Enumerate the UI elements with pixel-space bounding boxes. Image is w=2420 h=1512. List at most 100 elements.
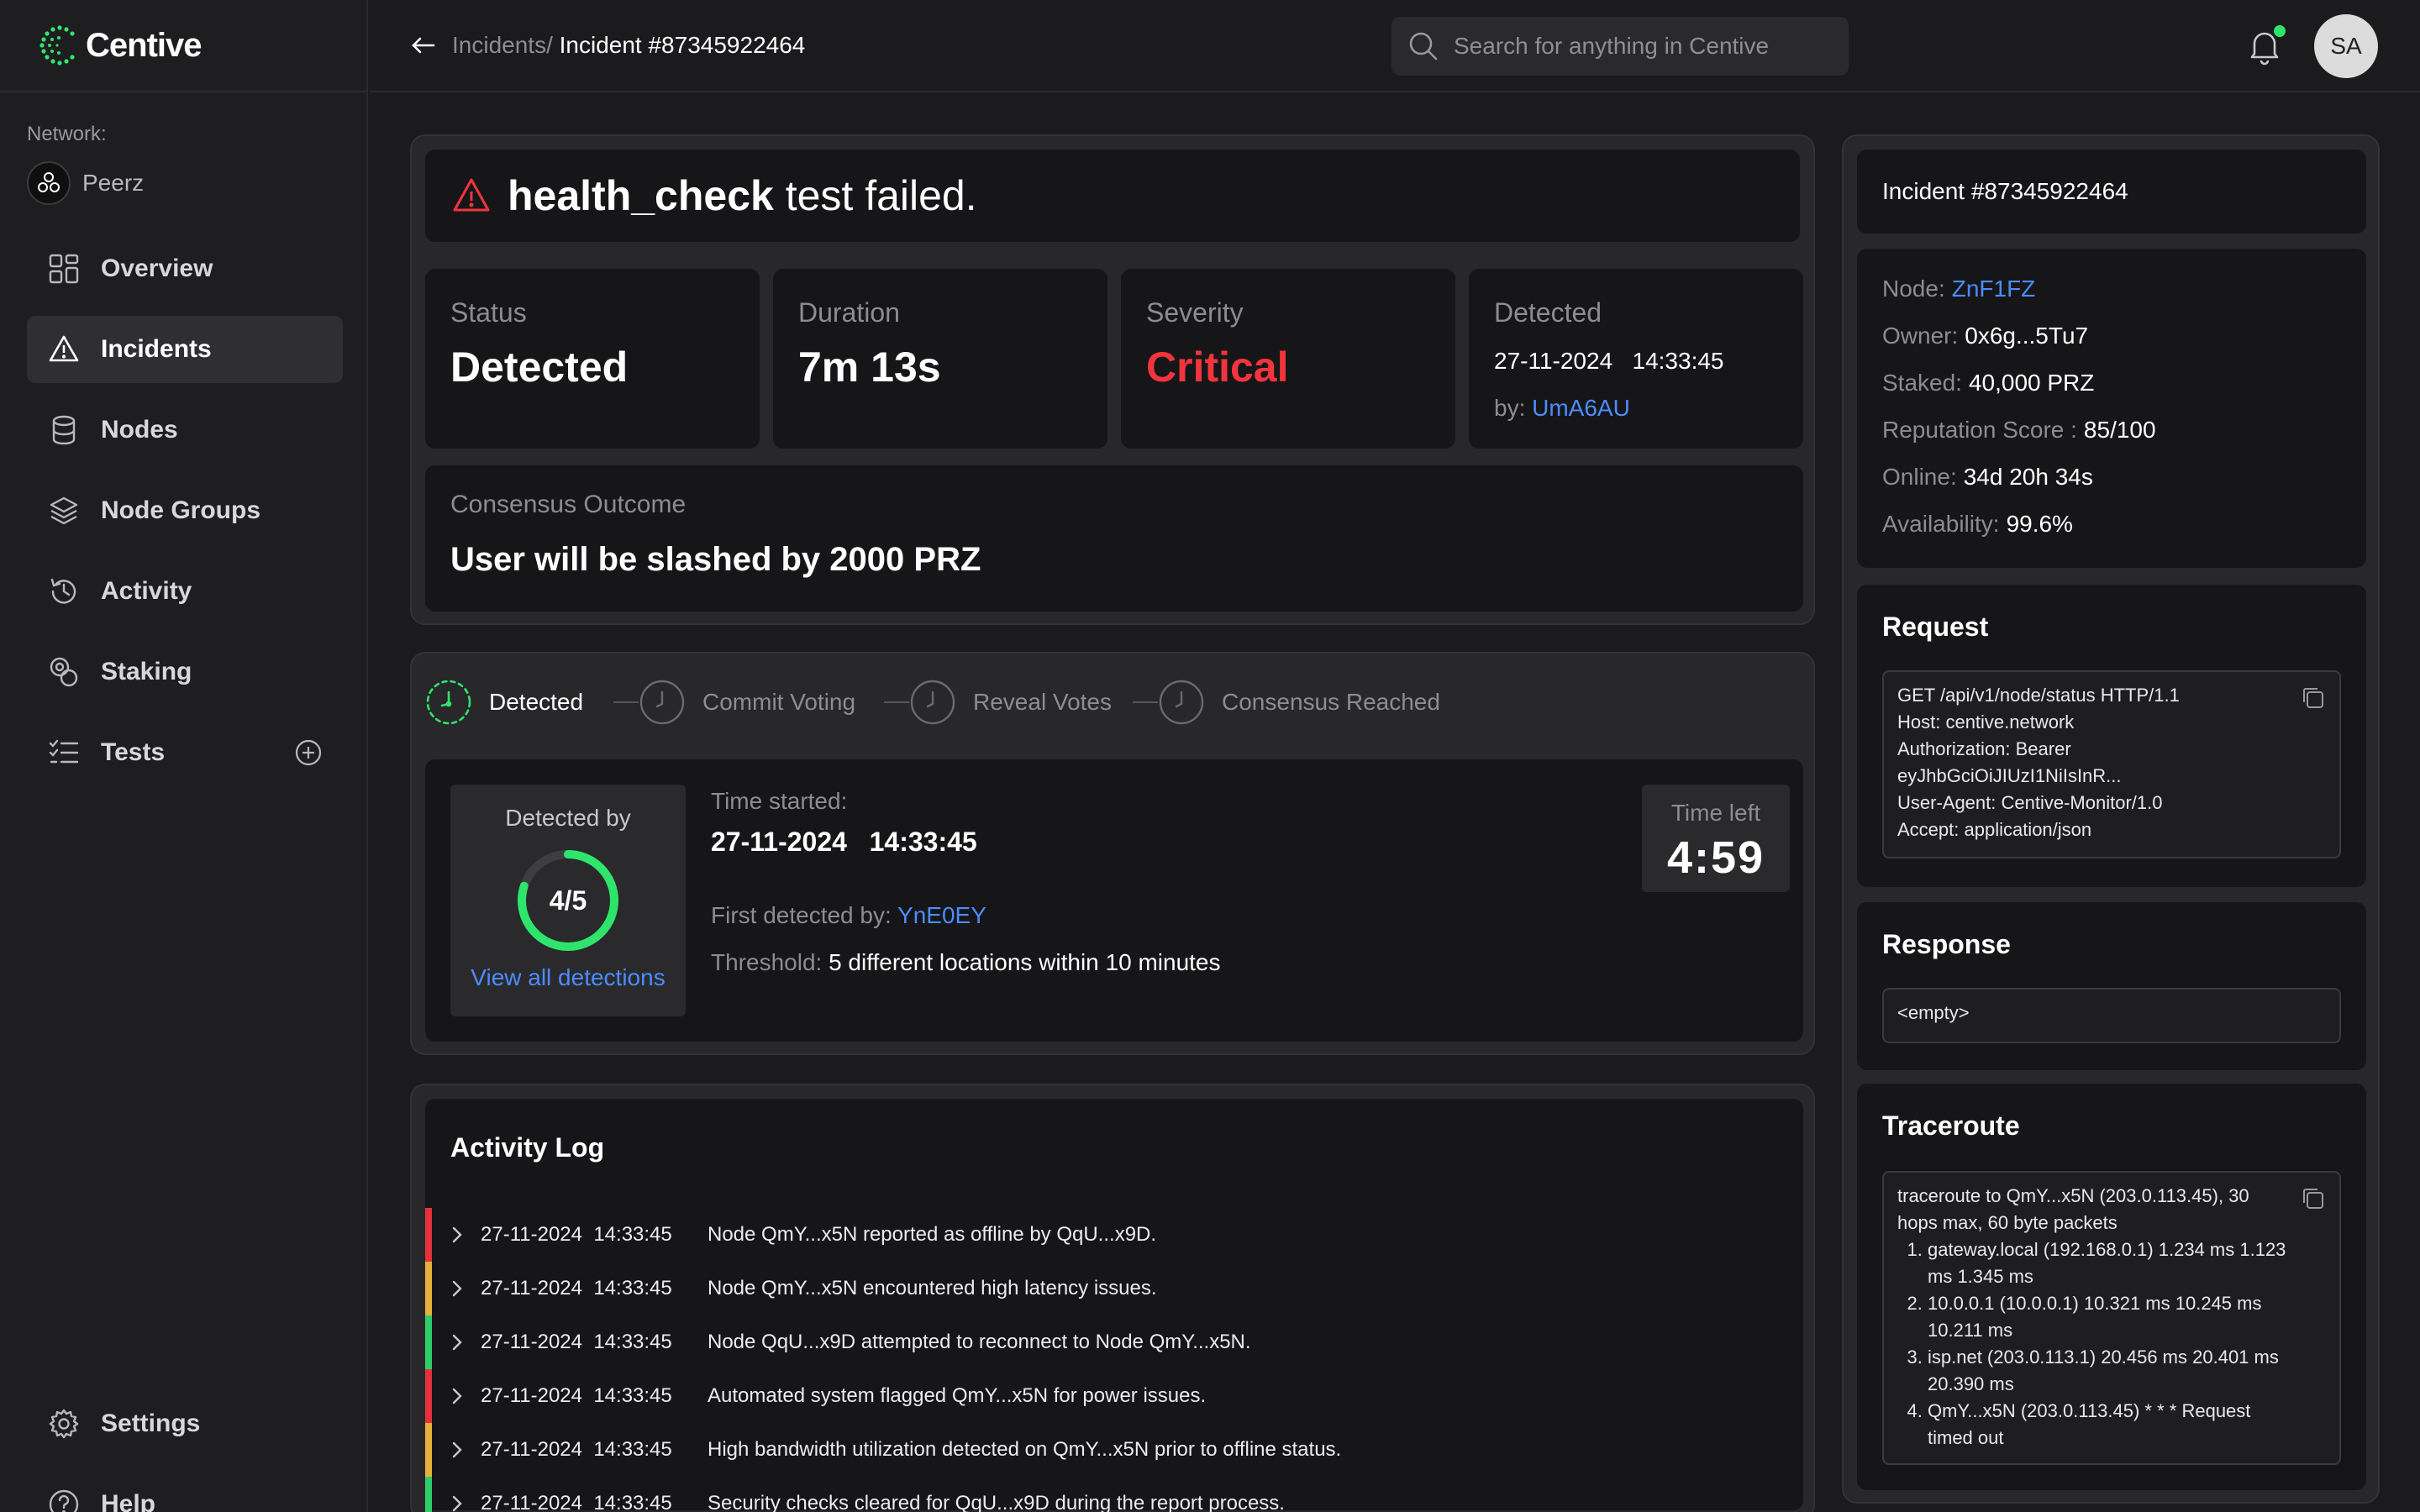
log-severity-bar	[425, 1262, 432, 1315]
request-title: Request	[1882, 612, 1989, 642]
activity-log-title: Activity Log	[450, 1132, 605, 1163]
network-logo-icon	[38, 172, 60, 192]
first-detected-link[interactable]: YnE0EY	[897, 902, 986, 928]
consensus-timeline-panel: Detected Commit Voting Reveal Votes Cons…	[410, 652, 1815, 1055]
availability-label: Availability:	[1882, 511, 2000, 537]
sidebar-item-activity[interactable]: Activity	[27, 558, 343, 625]
traceroute-hop: QmY...x5N (203.0.113.45) * * * Request t…	[1928, 1398, 2292, 1452]
detected-by-title: Detected by	[505, 805, 631, 831]
duration-value: 7m 13s	[798, 344, 941, 391]
consensus-value: User will be slashed by 2000 PRZ	[450, 541, 981, 578]
reputation-row: Reputation Score :85/100	[1882, 407, 2156, 454]
log-timestamp: 27-11-2024 14:33:45	[481, 1384, 708, 1408]
owner-value: 0x6g...5Tu7	[1965, 323, 2089, 349]
sidebar-item-tests[interactable]: Tests	[27, 719, 343, 786]
node-link[interactable]: ZnF1FZ	[1952, 276, 2036, 302]
traceroute-body: traceroute to QmY...x5N (203.0.113.45), …	[1882, 1171, 2341, 1465]
incident-id-card: Incident #87345922464	[1857, 150, 2366, 234]
status-label: Status	[450, 297, 527, 328]
layers-icon	[50, 496, 78, 525]
log-row[interactable]: 27-11-2024 14:33:45 Node QmY...x5N encoun…	[425, 1262, 1157, 1315]
log-date: 27-11-2024	[481, 1223, 582, 1246]
first-detected-label: First detected by:	[711, 902, 892, 928]
log-row[interactable]: 27-11-2024 14:33:45 High bandwidth utiliz…	[425, 1423, 1341, 1477]
network-selector[interactable]: Peerz	[27, 161, 144, 205]
detected-by-link[interactable]: UmA6AU	[1532, 395, 1630, 421]
chevron-right-icon[interactable]	[447, 1278, 467, 1299]
log-date: 27-11-2024	[481, 1331, 582, 1353]
log-time: 14:33:45	[593, 1331, 672, 1353]
copy-icon[interactable]	[2299, 684, 2328, 712]
detected-label: Detected	[1494, 297, 1602, 328]
detected-time: 14:33:45	[1632, 348, 1724, 374]
sidebar-item-label: Settings	[101, 1410, 201, 1437]
log-row[interactable]: 27-11-2024 14:33:45 Automated system flag…	[425, 1369, 1206, 1423]
detected-by-box: Detected by 4/5 View all detections	[450, 785, 686, 1016]
chevron-right-icon[interactable]	[447, 1332, 467, 1352]
chevron-right-icon[interactable]	[447, 1225, 467, 1245]
log-date: 27-11-2024	[481, 1277, 582, 1299]
sidebar-item-overview[interactable]: Overview	[27, 235, 343, 302]
request-line: User-Agent: Centive-Monitor/1.0	[1897, 792, 2163, 813]
network-label: Network:	[27, 123, 107, 145]
clock-icon	[910, 680, 955, 725]
log-row[interactable]: 27-11-2024 14:33:45 Node QqU...x9D attemp…	[425, 1315, 1251, 1369]
sidebar: Centive Network: Peerz Overview Incident…	[0, 0, 368, 1512]
clock-icon	[1159, 680, 1204, 725]
step-label: Consensus Reached	[1222, 689, 1440, 715]
back-arrow-icon[interactable]	[408, 30, 439, 60]
sidebar-item-settings[interactable]: Settings	[27, 1390, 343, 1457]
node-details-card: Node: ZnF1FZ Owner: 0x6g...5Tu7 Staked: 40,…	[1857, 249, 2366, 568]
traceroute-intro: traceroute to QmY...x5N (203.0.113.45), …	[1897, 1185, 2249, 1233]
search-input[interactable]	[1454, 33, 1823, 60]
user-avatar[interactable]: SA	[2314, 14, 2378, 78]
request-lines: GET /api/v1/node/status HTTP/1.1 Host: ce…	[1897, 682, 2326, 843]
log-row[interactable]: 27-11-2024 14:33:45 Node QmY...x5N report…	[425, 1208, 1156, 1262]
app-name: Centive	[86, 26, 202, 64]
log-row[interactable]: 27-11-2024 14:33:45 Security checks clear…	[425, 1477, 1285, 1512]
online-row: Online: 34d 20h 34s	[1882, 454, 2156, 501]
activity-log-panel: Activity Log 27-11-2024 14:33:45 Node QmY…	[410, 1084, 1815, 1512]
copy-icon[interactable]	[2299, 1184, 2328, 1213]
breadcrumb-parent[interactable]: Incidents/	[452, 32, 553, 58]
log-severity-bar	[425, 1315, 432, 1369]
add-test-icon[interactable]	[294, 738, 323, 767]
log-message: Node QqU...x9D attempted to reconnect to…	[708, 1331, 1251, 1353]
log-message: Automated system flagged QmY...x5N for p…	[708, 1384, 1207, 1407]
chevron-right-icon[interactable]	[447, 1440, 467, 1460]
log-severity-bar	[425, 1423, 432, 1477]
step-consensus-reached: Consensus Reached	[1133, 679, 1440, 726]
clock-active-icon	[426, 680, 471, 725]
logo[interactable]: Centive	[0, 0, 366, 92]
time-left-box: Time left 4:59	[1642, 785, 1790, 892]
sidebar-item-incidents[interactable]: Incidents	[27, 316, 343, 383]
log-severity-bar	[425, 1477, 432, 1512]
duration-label: Duration	[798, 297, 900, 328]
chevron-right-icon[interactable]	[447, 1494, 467, 1512]
consensus-label: Consensus Outcome	[450, 491, 687, 518]
online-value: 34d 20h 34s	[1963, 464, 2093, 490]
detections-count: 4/5	[549, 885, 587, 916]
detected-by-label: by:	[1494, 395, 1526, 421]
time-started-date: 27-11-2024	[711, 827, 847, 857]
log-date: 27-11-2024	[481, 1492, 582, 1512]
sidebar-item-staking[interactable]: Staking	[27, 638, 343, 706]
sidebar-item-node-groups[interactable]: Node Groups	[27, 477, 343, 544]
incident-id: Incident #87345922464	[1882, 178, 2128, 204]
response-card: Response <empty>	[1857, 902, 2366, 1070]
sidebar-item-nodes[interactable]: Nodes	[27, 396, 343, 464]
duration-card: Duration 7m 13s	[773, 269, 1107, 449]
log-date: 27-11-2024	[481, 1384, 582, 1407]
traceroute-title: Traceroute	[1882, 1110, 2020, 1141]
detected-date: 27-11-2024	[1494, 348, 1613, 374]
sidebar-item-label: Staking	[101, 658, 192, 685]
time-left-value: 4:59	[1666, 832, 1765, 883]
chevron-right-icon[interactable]	[447, 1386, 467, 1406]
sidebar-item-help[interactable]: Help	[27, 1471, 343, 1512]
test-name: health_check	[508, 172, 774, 219]
search-bar[interactable]	[1392, 17, 1849, 76]
view-all-detections-link[interactable]: View all detections	[450, 964, 686, 991]
coins-icon	[50, 657, 78, 687]
details-column: Incident #87345922464 Node: ZnF1FZ Owner:…	[1842, 134, 2380, 1504]
log-severity-bar	[425, 1369, 432, 1423]
